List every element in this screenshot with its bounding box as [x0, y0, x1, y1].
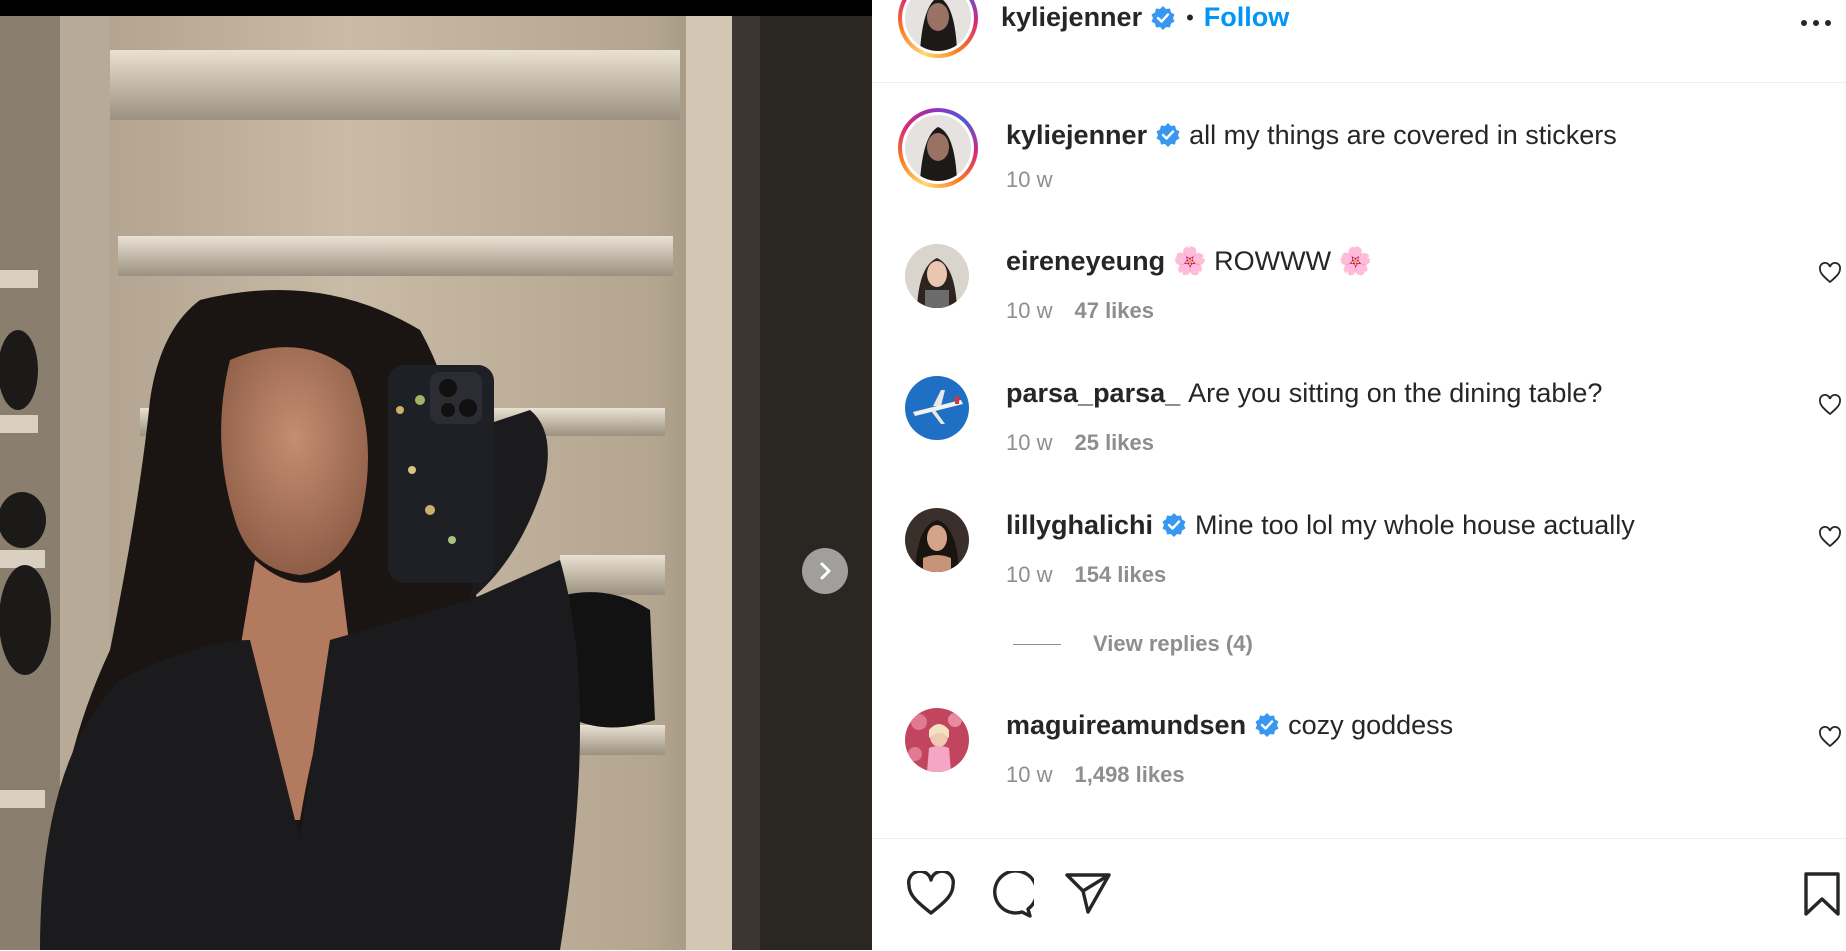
comment-timestamp[interactable]: 10 w	[1006, 562, 1052, 587]
comment-text: Mine too lol my whole house actually	[1195, 510, 1635, 540]
comment-username[interactable]: parsa_parsa_	[1006, 378, 1180, 408]
comment-like-heart-icon[interactable]	[1818, 394, 1842, 416]
verified-badge-icon	[1255, 712, 1279, 737]
view-replies-label: View replies (4)	[1093, 631, 1253, 656]
next-photo-button[interactable]	[802, 548, 848, 594]
caption-avatar-ring[interactable]	[898, 108, 978, 188]
comment-timestamp[interactable]: 10 w	[1006, 298, 1052, 323]
comment-like-heart-icon[interactable]	[1818, 726, 1842, 748]
comment-likes[interactable]: 25 likes	[1074, 430, 1154, 455]
view-replies-line	[1013, 643, 1061, 645]
post-header: kyliejenner • Follow	[872, 0, 1846, 83]
post-side-panel: kyliejenner • Follow kyliejenner all my …	[872, 0, 1846, 950]
comment-likes[interactable]: 154 likes	[1074, 562, 1166, 587]
comment-text: cozy goddess	[1288, 710, 1454, 740]
commenter-avatar[interactable]	[905, 508, 969, 572]
verified-badge-icon	[1156, 122, 1180, 147]
comment-timestamp[interactable]: 10 w	[1006, 430, 1052, 455]
heart-icon[interactable]	[906, 871, 956, 917]
comment-text: 🌸 ROWWW 🌸	[1173, 246, 1373, 276]
more-options-button[interactable]	[1798, 8, 1834, 43]
view-replies-button[interactable]: View replies (4)	[1013, 631, 1253, 657]
author-avatar-ring[interactable]	[898, 0, 978, 58]
paper-plane-icon[interactable]	[1064, 871, 1112, 915]
comment-username[interactable]: eireneyeung	[1006, 246, 1165, 276]
caption-text: all my things are covered in stickers	[1189, 120, 1617, 150]
comment-timestamp[interactable]: 10 w	[1006, 762, 1052, 787]
caption-avatar	[905, 115, 971, 181]
more-options-icon	[1801, 20, 1831, 26]
author-avatar	[905, 0, 971, 51]
verified-badge-icon	[1151, 5, 1175, 30]
bookmark-icon[interactable]	[1802, 871, 1842, 917]
comment-username[interactable]: lillyghalichi	[1006, 510, 1153, 540]
chevron-right-icon	[820, 562, 831, 580]
comment-username[interactable]: maguireamundsen	[1006, 710, 1246, 740]
caption-username[interactable]: kyliejenner	[1006, 120, 1147, 150]
author-username[interactable]: kyliejenner	[1001, 2, 1142, 33]
comment-like-heart-icon[interactable]	[1818, 262, 1842, 284]
post-photo-image	[0, 0, 872, 950]
commenter-avatar[interactable]	[905, 244, 969, 308]
post-photo[interactable]	[0, 0, 872, 950]
verified-badge-icon	[1162, 512, 1186, 537]
comment-like-heart-icon[interactable]	[1818, 526, 1842, 548]
comment-bubble-icon[interactable]	[986, 871, 1034, 919]
commenter-avatar[interactable]	[905, 376, 969, 440]
post-action-bar	[872, 838, 1846, 951]
follow-button[interactable]: Follow	[1204, 2, 1289, 33]
caption-timestamp[interactable]: 10 w	[1006, 167, 1052, 192]
comment-likes[interactable]: 47 likes	[1074, 298, 1154, 323]
comment-likes[interactable]: 1,498 likes	[1074, 762, 1184, 787]
commenter-avatar[interactable]	[905, 708, 969, 772]
comment-text: Are you sitting on the dining table?	[1188, 378, 1603, 408]
header-separator: •	[1186, 4, 1194, 30]
